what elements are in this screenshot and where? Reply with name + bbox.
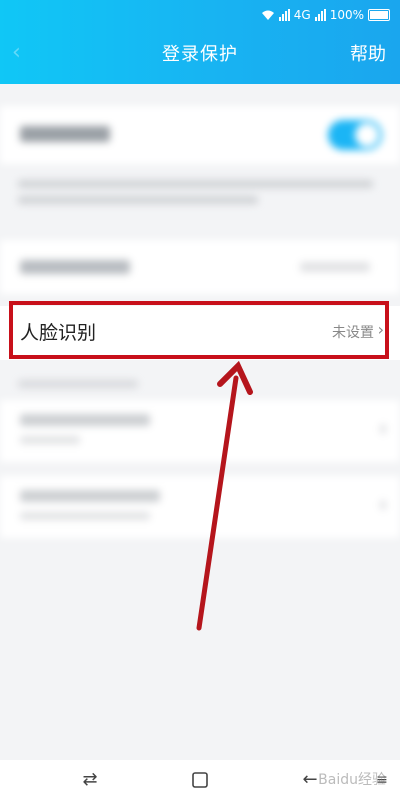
blurred-section-header <box>18 380 148 390</box>
blurred-description <box>18 180 378 210</box>
blurred-setting-row-2[interactable] <box>0 240 400 294</box>
switch-icon[interactable]: ⇄ <box>76 766 104 794</box>
blurred-device-row-1[interactable] <box>0 400 400 462</box>
battery-icon <box>368 9 390 21</box>
highlight-box <box>9 301 389 359</box>
signal-icon <box>278 9 290 21</box>
wifi-icon <box>261 10 274 20</box>
page-title: 登录保护 <box>162 44 238 65</box>
header: 4G 100% ‹ 登录保护 帮助 <box>0 0 400 84</box>
blurred-setting-row-1[interactable] <box>0 106 400 164</box>
status-bar: 4G 100% <box>261 0 390 30</box>
help-button[interactable]: 帮助 <box>350 40 386 66</box>
network-type: 4G <box>293 8 311 22</box>
watermark: Baidu经验 <box>318 772 386 788</box>
main-content: 人脸识别 未设置 › <box>0 84 400 760</box>
signal-icon-2 <box>314 9 326 21</box>
battery-level: 100% <box>329 8 364 22</box>
system-nav-bar: ⇄ ← ≡ Baidu经验 <box>0 760 400 800</box>
toggle-switch[interactable] <box>328 120 382 150</box>
blurred-device-row-2[interactable] <box>0 476 400 538</box>
home-square-icon[interactable] <box>186 766 214 794</box>
